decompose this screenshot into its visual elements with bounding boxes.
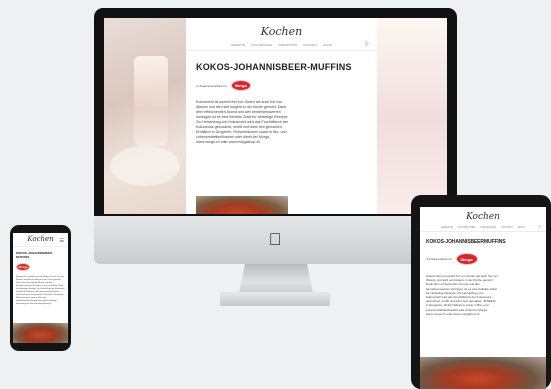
- nav-item-shop[interactable]: SHOP: [323, 43, 332, 47]
- main-nav: REZEPTE KOCHBÜCHER INSPIRATION KONTAKT S…: [186, 41, 377, 51]
- nav-item-kontakt[interactable]: KONTAKT: [303, 43, 317, 47]
- site-logo-name: Kochen: [260, 25, 303, 38]
- divider: [13, 246, 68, 247]
- partner-logo[interactable]: Morga: [16, 263, 30, 271]
- collab-label: In Zusammenarbeit mit: [426, 257, 452, 261]
- ipad-device: Kochen REZEPTE KOCHBÜCHER INSPIRATION KO…: [411, 195, 551, 389]
- imac-webpage: Kochen REZEPTE KOCHBÜCHER INSPIRATION KO…: [186, 18, 377, 214]
- muffin-photo: [420, 357, 546, 389]
- background-cup: [110, 146, 180, 186]
- article-body: Kokosmehl ist sowohl frei von Gluten als…: [16, 276, 65, 305]
- article-title: KOKOS-JOHANNISBEERMUFFINS: [426, 239, 506, 245]
- main-nav: REZEPTE KOCHBÜCHER INSPIRATION KONTAKT S…: [420, 224, 546, 232]
- collab-label: In Zusammenarbeit mit: [196, 83, 227, 88]
- muffin-photo: [13, 323, 68, 343]
- article-title: KOKOS-JOHANNISBEER-MUFFINS: [16, 251, 53, 259]
- search-icon[interactable]: ⚲: [365, 41, 369, 48]
- site-logo[interactable]: Kochen: [420, 207, 546, 222]
- article-body: Kokosmehl ist sowohl frei von Gluten als…: [426, 274, 498, 316]
- background-glass: [134, 56, 168, 146]
- imac-foot: [220, 292, 330, 306]
- muffin-photo: [196, 196, 288, 214]
- partner-logo[interactable]: Morga: [455, 253, 478, 265]
- imac-screen: Kochen REZEPTE KOCHBÜCHER INSPIRATION KO…: [104, 18, 447, 214]
- nav-item-kochbuecher[interactable]: KOCHBÜCHER: [458, 226, 476, 229]
- article-title: KOKOS-JOHANNISBEER-MUFFINS: [196, 62, 352, 72]
- imac-device: Kochen REZEPTE KOCHBÜCHER INSPIRATION KO…: [94, 8, 457, 308]
- nav-item-shop[interactable]: SHOP: [518, 226, 525, 229]
- collab-line: Morga: [16, 263, 65, 271]
- nav-item-inspiration[interactable]: INSPIRATION: [278, 43, 297, 47]
- article-body: Kokosmehl ist sowohl frei von Gluten als…: [196, 100, 289, 144]
- collab-line: In Zusammenarbeit mit Morga: [426, 253, 546, 265]
- apple-icon: : [265, 230, 285, 250]
- search-icon[interactable]: ⚲: [538, 224, 541, 229]
- background-photo-right: [377, 18, 447, 214]
- nav-item-kontakt[interactable]: KONTAKT: [501, 226, 513, 229]
- background-photo-left: [104, 18, 186, 214]
- iphone-screen: Kochen ☰ KOKOS-JOHANNISBEER-MUFFINS Morg…: [13, 233, 68, 343]
- nav-item-inspiration[interactable]: INSPIRATION: [480, 226, 496, 229]
- collab-line: In Zusammenarbeit mit Morga: [196, 80, 377, 91]
- nav-item-kochbuecher[interactable]: KOCHBÜCHER: [251, 43, 272, 47]
- nav-item-rezepte[interactable]: REZEPTE: [231, 43, 245, 47]
- ipad-screen: Kochen REZEPTE KOCHBÜCHER INSPIRATION KO…: [420, 207, 546, 389]
- nav-item-rezepte[interactable]: REZEPTE: [441, 226, 453, 229]
- partner-logo[interactable]: Morga: [230, 80, 251, 91]
- menu-icon[interactable]: ☰: [60, 238, 64, 244]
- site-logo[interactable]: Kochen: [186, 18, 377, 37]
- site-logo-name: Kochen: [466, 212, 500, 222]
- imac-stand: [239, 264, 313, 294]
- iphone-device: Kochen ☰ KOKOS-JOHANNISBEER-MUFFINS Morg…: [10, 225, 71, 351]
